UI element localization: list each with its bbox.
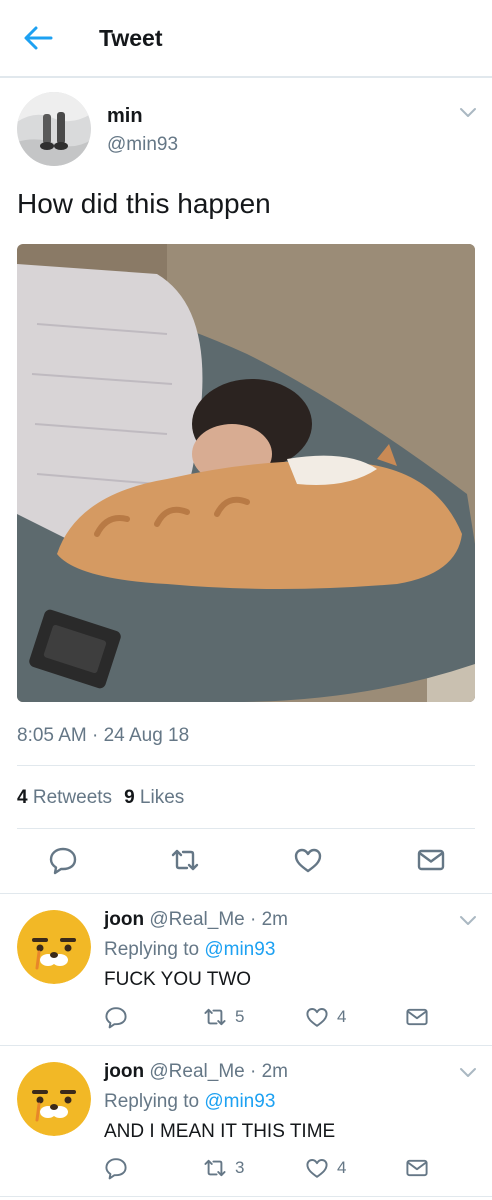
reply-author-name[interactable]: joon — [104, 909, 144, 930]
like-heart-icon — [306, 1008, 328, 1027]
like-heart-icon[interactable] — [293, 845, 323, 875]
retweets-label[interactable]: Retweets — [33, 787, 112, 808]
tweet-timestamp: 8:05 AM · 24 Aug 18 — [17, 725, 190, 746]
reply-reply-button[interactable] — [104, 1155, 128, 1181]
replying-to-handle-link[interactable]: @min93 — [204, 1091, 275, 1112]
chevron-down-icon[interactable] — [458, 106, 478, 120]
retweet-count: 5 — [235, 1007, 245, 1026]
author-handle[interactable]: @min93 — [107, 133, 178, 157]
replying-to: Replying to @min93 — [104, 938, 275, 962]
retweets-count[interactable]: 4 — [17, 787, 28, 808]
chevron-down-icon[interactable] — [458, 1066, 478, 1080]
reply-header: joon @Real_Me · 2m — [104, 1060, 288, 1084]
message-envelope-icon — [406, 1008, 428, 1026]
reply-author-handle[interactable]: @Real_Me — [149, 1061, 244, 1082]
retweet-icon — [204, 1159, 226, 1177]
reply-message-button[interactable] — [405, 1155, 429, 1181]
replying-to: Replying to @min93 — [104, 1090, 275, 1114]
reply-time: · 2m — [250, 909, 288, 930]
reply-retweet-button[interactable]: 3 — [203, 1155, 244, 1181]
reply-icon[interactable] — [48, 845, 78, 875]
retweet-count: 3 — [235, 1158, 245, 1177]
divider — [0, 893, 492, 894]
reply-avatar[interactable] — [17, 1062, 91, 1136]
reply-icon — [105, 1007, 127, 1029]
divider — [17, 765, 475, 766]
tweet-photo[interactable] — [17, 244, 475, 702]
reply-header: joon @Real_Me · 2m — [104, 908, 288, 932]
engagement-stats: 4 Retweets 9 Likes — [17, 786, 184, 810]
back-arrow-icon[interactable] — [22, 24, 54, 52]
divider — [0, 1196, 492, 1197]
likes-count[interactable]: 9 — [124, 787, 135, 808]
tweet-text: How did this happen — [17, 188, 271, 219]
likes-label[interactable]: Likes — [140, 787, 184, 808]
reply-author-name[interactable]: joon — [104, 1061, 144, 1082]
reply-like-button[interactable]: 4 — [305, 1155, 346, 1181]
top-bar: Tweet — [0, 0, 492, 78]
reply-author-handle[interactable]: @Real_Me — [149, 909, 244, 930]
replying-to-label: Replying to — [104, 939, 200, 960]
author-name[interactable]: min — [107, 104, 143, 128]
replying-to-label: Replying to — [104, 1091, 200, 1112]
retweet-icon — [204, 1008, 226, 1026]
reply-retweet-button[interactable]: 5 — [203, 1004, 244, 1030]
message-envelope-icon — [406, 1159, 428, 1177]
like-heart-icon — [306, 1159, 328, 1178]
page-title: Tweet — [99, 25, 163, 51]
reply-message-button[interactable] — [405, 1004, 429, 1030]
chevron-down-icon[interactable] — [458, 914, 478, 928]
replying-to-handle-link[interactable]: @min93 — [204, 939, 275, 960]
message-envelope-icon[interactable] — [416, 845, 446, 875]
reply-icon — [105, 1158, 127, 1180]
reply-reply-button[interactable] — [104, 1004, 128, 1030]
reply-avatar[interactable] — [17, 910, 91, 984]
like-count: 4 — [337, 1007, 347, 1026]
reply-text: FUCK YOU TWO — [104, 969, 252, 990]
divider — [17, 828, 475, 829]
like-count: 4 — [337, 1158, 347, 1177]
author-avatar[interactable] — [17, 92, 91, 166]
reply-text: AND I MEAN IT THIS TIME — [104, 1121, 336, 1142]
retweet-icon[interactable] — [170, 845, 200, 875]
reply-time: · 2m — [250, 1061, 288, 1082]
reply-like-button[interactable]: 4 — [305, 1004, 346, 1030]
divider — [0, 1045, 492, 1046]
